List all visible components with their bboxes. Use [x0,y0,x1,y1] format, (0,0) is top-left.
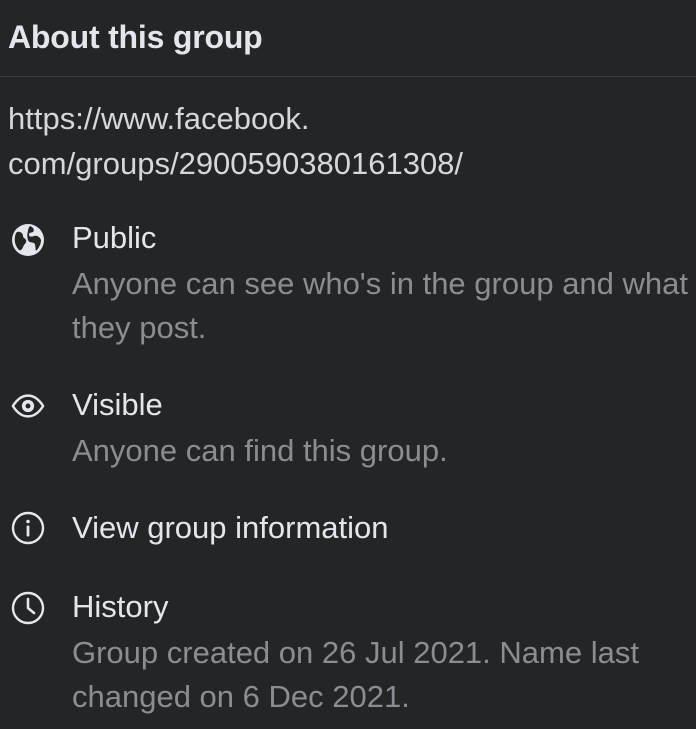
visibility-description: Anyone can find this group. [72,433,448,468]
clock-icon [11,591,45,625]
group-url-line-1: https://www.facebook. [8,101,310,136]
privacy-description: Anyone can see who's in the group and wh… [72,266,689,345]
view-group-information-title: View group information [72,510,389,545]
history-description: Group created on 26 Jul 2021. Name last … [72,635,639,714]
eye-icon [11,389,45,423]
group-url-line-2: com/groups/2900590380161308/ [8,146,464,181]
group-url[interactable]: https://www.facebook. com/groups/2900590… [8,96,608,186]
page-title: About this group [8,18,263,55]
privacy-title: Public [72,220,157,255]
history-title: History [72,589,169,624]
globe-icon [11,223,45,257]
info-icon [11,511,45,545]
about-group-header: About this group [0,0,696,77]
visibility-title: Visible [72,387,163,422]
